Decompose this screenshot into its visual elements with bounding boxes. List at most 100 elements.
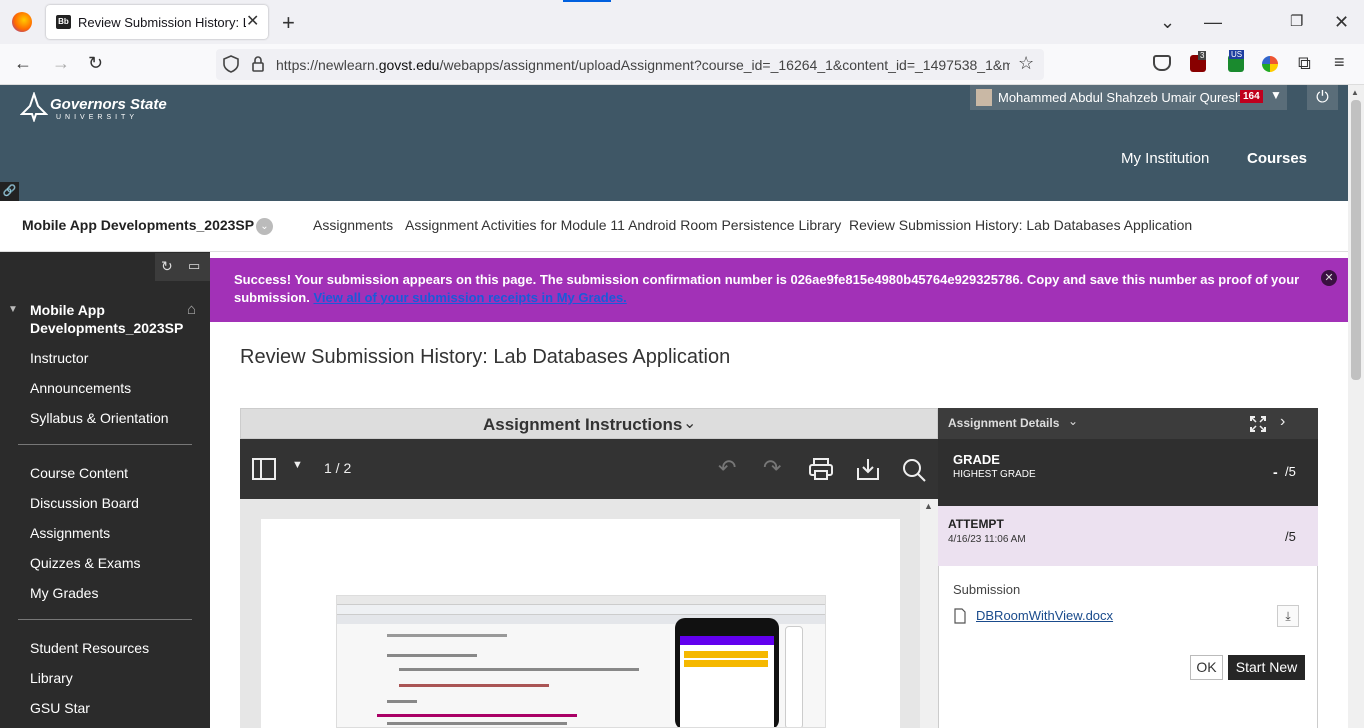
print-icon[interactable] [808, 457, 834, 481]
ok-button[interactable]: OK [1190, 655, 1223, 680]
attempt-row[interactable]: ATTEMPT 4/16/23 11:06 AM /5 [938, 506, 1318, 566]
chevron-down-icon[interactable]: ⌄ [1068, 414, 1078, 428]
bookmark-star-icon[interactable]: ☆ [1018, 53, 1034, 74]
pdf-page [261, 519, 900, 728]
extensions-puzzle-icon[interactable]: ⧉ [1298, 53, 1311, 74]
sidebar-item-announcements[interactable]: Announcements [30, 380, 131, 396]
new-tab-button[interactable]: + [282, 10, 295, 36]
download-file-icon[interactable]: ⤓ [1277, 605, 1299, 627]
page-scrollbar-thumb[interactable] [1351, 100, 1361, 380]
link-icon[interactable]: 🔗 [0, 182, 19, 201]
search-icon[interactable] [901, 457, 927, 483]
sidebar-divider [18, 619, 192, 620]
sidebar-item-syllabus[interactable]: Syllabus & Orientation [30, 410, 169, 426]
grade-section: GRADE HIGHEST GRADE - /5 [938, 439, 1318, 506]
reload-icon[interactable]: ↻ [88, 53, 103, 74]
minimize-icon[interactable]: — [1204, 12, 1222, 33]
sidebar-item-assignments[interactable]: Assignments [30, 525, 110, 541]
sidebar-item-student-resources[interactable]: Student Resources [30, 640, 149, 656]
browser-tab[interactable]: Bb Review Submission History: Lab ✕ [46, 5, 268, 39]
pdf-toolbar: ▼ 1 / 2 ↶ ↷ [240, 439, 938, 499]
home-icon[interactable]: ⌂ [187, 301, 196, 318]
lock-icon[interactable] [250, 55, 266, 73]
logo-star-icon [20, 92, 48, 122]
sidebar-item-gsu-star[interactable]: GSU Star [30, 700, 90, 716]
blackboard-favicon-icon: Bb [56, 15, 71, 29]
collapse-triangle-icon[interactable]: ▼ [8, 304, 18, 315]
logo-name: Governors State [50, 96, 167, 113]
grade-label: GRADE [953, 452, 1000, 467]
scroll-up-icon[interactable]: ▲ [924, 501, 933, 511]
sidebar-item-discussion-board[interactable]: Discussion Board [30, 495, 139, 511]
breadcrumb-course[interactable]: Mobile App Developments_2023SP [22, 217, 254, 233]
breadcrumb-item[interactable]: Assignment Activities for Module 11 Andr… [405, 217, 841, 233]
breadcrumb-current: Review Submission History: Lab Databases… [849, 217, 1193, 233]
submission-label: Submission [953, 582, 1021, 597]
sidebar-item-course-content[interactable]: Course Content [30, 465, 128, 481]
submission-file-link[interactable]: DBRoomWithView.docx [976, 608, 1113, 623]
assignment-instructions-toggle[interactable]: Assignment Instructions ⌄ [240, 408, 938, 439]
success-message: Success! Your submission appears on this… [234, 271, 1316, 307]
extension-color-icon[interactable] [1262, 56, 1278, 72]
redo-icon[interactable]: ↷ [763, 455, 781, 481]
breadcrumb-item[interactable]: Assignments [313, 217, 393, 233]
pdf-scrollbar[interactable]: ▲ [920, 499, 938, 728]
folder-icon[interactable]: ▭ [188, 258, 200, 274]
receipts-link[interactable]: View all of your submission receipts in … [313, 290, 626, 305]
tab-close-icon[interactable]: ✕ [246, 11, 259, 31]
attempt-date: 4/16/23 11:06 AM [948, 534, 1026, 545]
scroll-up-icon[interactable]: ▲ [1351, 88, 1359, 97]
window-close-icon[interactable]: ✕ [1334, 12, 1349, 33]
refresh-icon[interactable]: ↻ [161, 258, 173, 275]
nav-courses[interactable]: Courses [1247, 150, 1307, 167]
notification-badge[interactable]: 164 [1240, 90, 1263, 103]
tab-title: Review Submission History: Lab [78, 15, 246, 30]
sidebar-item-quizzes[interactable]: Quizzes & Exams [30, 555, 140, 571]
avatar [976, 89, 992, 106]
url-text[interactable]: https://newlearn.govst.edu/webapps/assig… [276, 57, 1010, 73]
user-name: Mohammed Abdul Shahzeb Umair Qureshi [998, 90, 1246, 105]
pocket-icon[interactable] [1153, 55, 1171, 71]
chevron-down-icon[interactable]: ▼ [292, 459, 303, 471]
start-new-button[interactable]: Start New [1228, 655, 1305, 680]
chevron-right-icon[interactable]: › [1280, 413, 1285, 431]
expand-icon[interactable] [1250, 416, 1266, 432]
course-menu-chevron-icon[interactable]: ⌄ [256, 218, 273, 235]
attempt-label: ATTEMPT [948, 517, 1004, 531]
close-icon[interactable]: ✕ [1321, 270, 1337, 286]
ublock-count-badge: 3 [1198, 51, 1207, 60]
sidebar-item-instructor[interactable]: Instructor [30, 350, 88, 366]
firefox-icon[interactable] [12, 12, 32, 32]
restore-icon[interactable]: ❐ [1290, 12, 1303, 30]
sidebar-item-my-grades[interactable]: My Grades [30, 585, 98, 601]
code-screenshot-image [336, 595, 826, 728]
power-icon[interactable]: ⏻ [1307, 85, 1338, 110]
assignment-details-header: Assignment Details ⌄ › [938, 408, 1318, 439]
grade-value: - [1273, 464, 1278, 480]
page-indicator: 1 / 2 [324, 460, 352, 476]
list-tabs-icon[interactable]: ⌄ [1160, 12, 1175, 33]
undo-icon[interactable]: ↶ [718, 455, 736, 481]
forward-icon[interactable]: → [52, 53, 70, 74]
shield-icon[interactable] [222, 54, 240, 74]
nav-my-institution[interactable]: My Institution [1121, 150, 1209, 167]
download-icon[interactable] [855, 456, 881, 482]
back-icon[interactable]: ← [14, 53, 32, 74]
chevron-down-icon: ⌄ [683, 415, 697, 432]
grade-max: /5 [1285, 464, 1296, 479]
sidebar-course-title[interactable]: Mobile App [30, 302, 105, 318]
sidebar-item-library[interactable]: Library [30, 670, 73, 686]
university-logo[interactable]: Governors State UNIVERSITY [20, 92, 170, 124]
user-menu[interactable]: Mohammed Abdul Shahzeb Umair Qureshi 164… [970, 85, 1287, 110]
highest-grade-label: HIGHEST GRADE [953, 469, 1036, 480]
hamburger-menu-icon[interactable]: ≡ [1334, 52, 1345, 73]
sidebar-toggle-icon[interactable] [252, 458, 276, 480]
document-icon [954, 608, 966, 624]
vpn-region-badge: US [1229, 50, 1245, 59]
assignment-instructions-label: Assignment Instructions [483, 415, 683, 434]
sidebar-course-title-line2[interactable]: Developments_2023SP [30, 320, 183, 336]
sidebar-divider [18, 444, 192, 445]
assignment-details-toggle[interactable]: Assignment Details [948, 416, 1059, 430]
sidebar-tools: ↻ ▭ [155, 253, 210, 281]
chevron-down-icon[interactable]: ▼ [1270, 88, 1282, 102]
